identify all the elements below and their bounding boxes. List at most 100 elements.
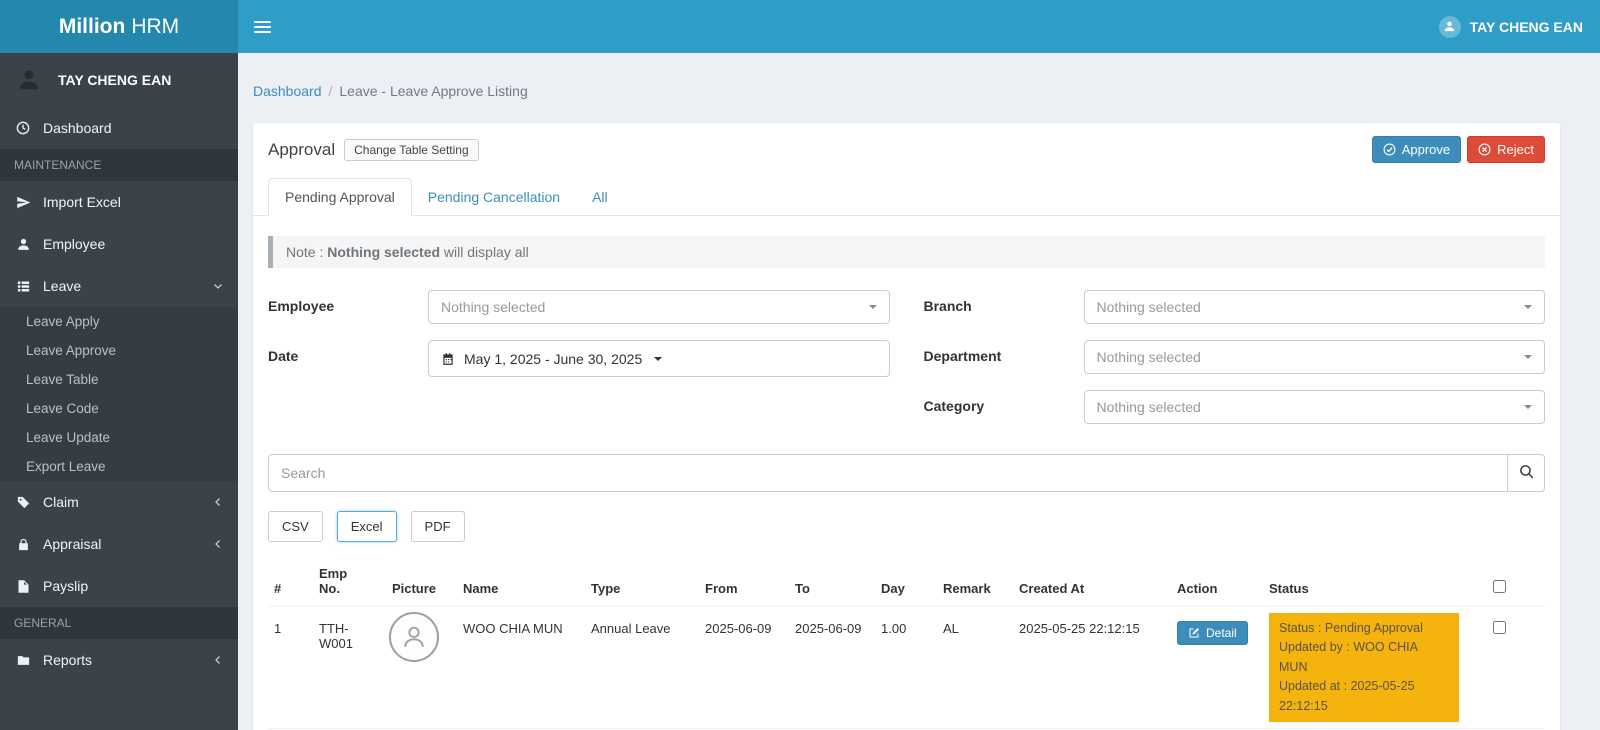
department-select[interactable]: Nothing selected — [1083, 340, 1545, 374]
row-emp-no: TTH-W001 — [319, 621, 353, 651]
department-label: Department — [923, 348, 1002, 364]
note-prefix: Note : — [286, 244, 328, 260]
sidebar-item-reports[interactable]: Reports — [0, 639, 238, 681]
dashboard-icon — [14, 120, 32, 136]
brand-bold: Million — [58, 14, 126, 38]
sidebar-section-general: GENERAL — [0, 607, 238, 639]
reject-button[interactable]: Reject — [1467, 136, 1545, 163]
user-icon — [16, 67, 42, 93]
filter-form: Employee Nothing selected Date May 1, 20… — [253, 290, 1560, 424]
approve-button[interactable]: Approve — [1371, 136, 1462, 163]
sidebar-item-payslip[interactable]: Payslip — [0, 565, 238, 607]
row-checkbox[interactable] — [1493, 621, 1506, 634]
col-emp-no: Emp No. — [319, 566, 348, 596]
date-range-picker[interactable]: May 1, 2025 - June 30, 2025 — [428, 340, 890, 377]
folder-icon — [14, 653, 32, 668]
lock-icon — [14, 537, 32, 552]
col-action: Action — [1177, 581, 1218, 596]
branch-select[interactable]: Nothing selected — [1083, 290, 1545, 324]
approval-panel: Approval Change Table Setting Approve Re… — [253, 123, 1560, 730]
note-suffix: will display all — [440, 244, 529, 260]
sidebar-nav: Dashboard MAINTENANCE Import Excel Emplo… — [0, 107, 238, 681]
col-picture: Picture — [391, 581, 437, 596]
breadcrumb-current: Leave - Leave Approve Listing — [339, 83, 528, 99]
excel-export-button[interactable]: Excel — [336, 511, 397, 542]
check-circle-icon — [1383, 143, 1396, 156]
leave-submenu: Leave Apply Leave Approve Leave Table Le… — [0, 307, 238, 481]
note-bold: Nothing selected — [327, 244, 441, 260]
col-type: Type — [591, 581, 621, 596]
employee-select[interactable]: Nothing selected — [428, 290, 890, 324]
sidebar-item-employee[interactable]: Employee — [0, 223, 238, 265]
csv-export-button[interactable]: CSV — [268, 511, 323, 542]
sidebar-toggle-button[interactable] — [238, 0, 286, 53]
chevron-down-icon — [212, 280, 224, 292]
sidebar-user-name: TAY CHENG EAN — [58, 72, 172, 88]
panel-header: Approval Change Table Setting Approve Re… — [253, 123, 1560, 172]
calendar-icon — [441, 352, 455, 366]
branch-label: Branch — [923, 298, 972, 314]
col-day: Day — [881, 581, 905, 596]
sidebar-subitem-leave-code[interactable]: Leave Code — [0, 394, 238, 423]
col-to: To — [795, 581, 810, 596]
list-icon — [14, 279, 32, 294]
sidebar-item-import-excel[interactable]: Import Excel — [0, 181, 238, 223]
panel-title: Approval — [268, 139, 336, 159]
col-created-at: Created At — [1019, 581, 1085, 596]
tab-pending-approval[interactable]: Pending Approval — [268, 178, 412, 216]
edit-icon — [1188, 627, 1200, 639]
breadcrumb-dashboard-link[interactable]: Dashboard — [253, 83, 322, 99]
sidebar-subitem-leave-table[interactable]: Leave Table — [0, 365, 238, 394]
pdf-export-button[interactable]: PDF — [410, 511, 465, 542]
header-user-name: TAY CHENG EAN — [1469, 18, 1583, 35]
row-to: 2025-06-09 — [795, 621, 862, 636]
sidebar-subitem-leave-update[interactable]: Leave Update — [0, 423, 238, 452]
status-badge: Status : Pending Approval Updated by : W… — [1269, 613, 1459, 722]
search-button[interactable] — [1507, 454, 1545, 492]
date-label: Date — [268, 348, 299, 364]
export-buttons: CSV Excel PDF — [268, 511, 1545, 542]
tab-all[interactable]: All — [576, 179, 624, 215]
sidebar-item-appraisal[interactable]: Appraisal — [0, 523, 238, 565]
category-select[interactable]: Nothing selected — [1083, 390, 1545, 424]
category-label: Category — [923, 398, 985, 414]
employee-icon — [14, 237, 32, 252]
col-select-all — [1485, 560, 1545, 607]
employee-label: Employee — [268, 298, 335, 314]
leave-approval-table: # Emp No. Picture Name Type From To Day … — [268, 560, 1545, 730]
sidebar-subitem-leave-apply[interactable]: Leave Apply — [0, 307, 238, 336]
sidebar-subitem-leave-approve[interactable]: Leave Approve — [0, 336, 238, 365]
row-day: 1.00 — [881, 621, 907, 636]
tab-pending-cancellation[interactable]: Pending Cancellation — [412, 179, 576, 215]
sidebar-item-dashboard[interactable]: Dashboard — [0, 107, 238, 149]
chevron-left-icon — [212, 496, 224, 508]
row-from: 2025-06-09 — [705, 621, 772, 636]
change-table-setting-button[interactable]: Change Table Setting — [344, 138, 479, 161]
col-remark: Remark — [943, 581, 991, 596]
date-range-value: May 1, 2025 - June 30, 2025 — [464, 350, 643, 367]
breadcrumb-separator: / — [328, 83, 333, 99]
row-created-at: 2025-05-25 22:12:15 — [1019, 621, 1140, 636]
x-circle-icon — [1478, 143, 1491, 156]
col-status: Status — [1269, 581, 1309, 596]
table-header-row: # Emp No. Picture Name Type From To Day … — [268, 560, 1545, 607]
sidebar-subitem-export-leave[interactable]: Export Leave — [0, 452, 238, 481]
chevron-left-icon — [212, 654, 224, 666]
brand-rest: HRM — [131, 14, 180, 38]
sidebar-item-claim[interactable]: Claim — [0, 481, 238, 523]
row-remark: AL — [943, 621, 959, 636]
sidebar-section-maintenance: MAINTENANCE — [0, 149, 238, 181]
note-callout: Note : Nothing selected will display all — [268, 236, 1545, 268]
caret-down-icon — [1524, 305, 1532, 309]
select-all-checkbox[interactable] — [1493, 580, 1506, 593]
tab-bar: Pending Approval Pending Cancellation Al… — [253, 172, 1560, 216]
employee-avatar — [389, 612, 439, 662]
caret-down-icon — [868, 305, 877, 309]
search-input[interactable] — [268, 454, 1507, 492]
user-menu[interactable]: TAY CHENG EAN — [1422, 0, 1600, 53]
col-name: Name — [463, 581, 499, 596]
brand-logo[interactable]: Million HRM — [0, 0, 238, 53]
sidebar-item-leave[interactable]: Leave — [0, 265, 238, 307]
detail-button[interactable]: Detail — [1177, 621, 1248, 645]
user-avatar-icon — [1438, 15, 1461, 38]
